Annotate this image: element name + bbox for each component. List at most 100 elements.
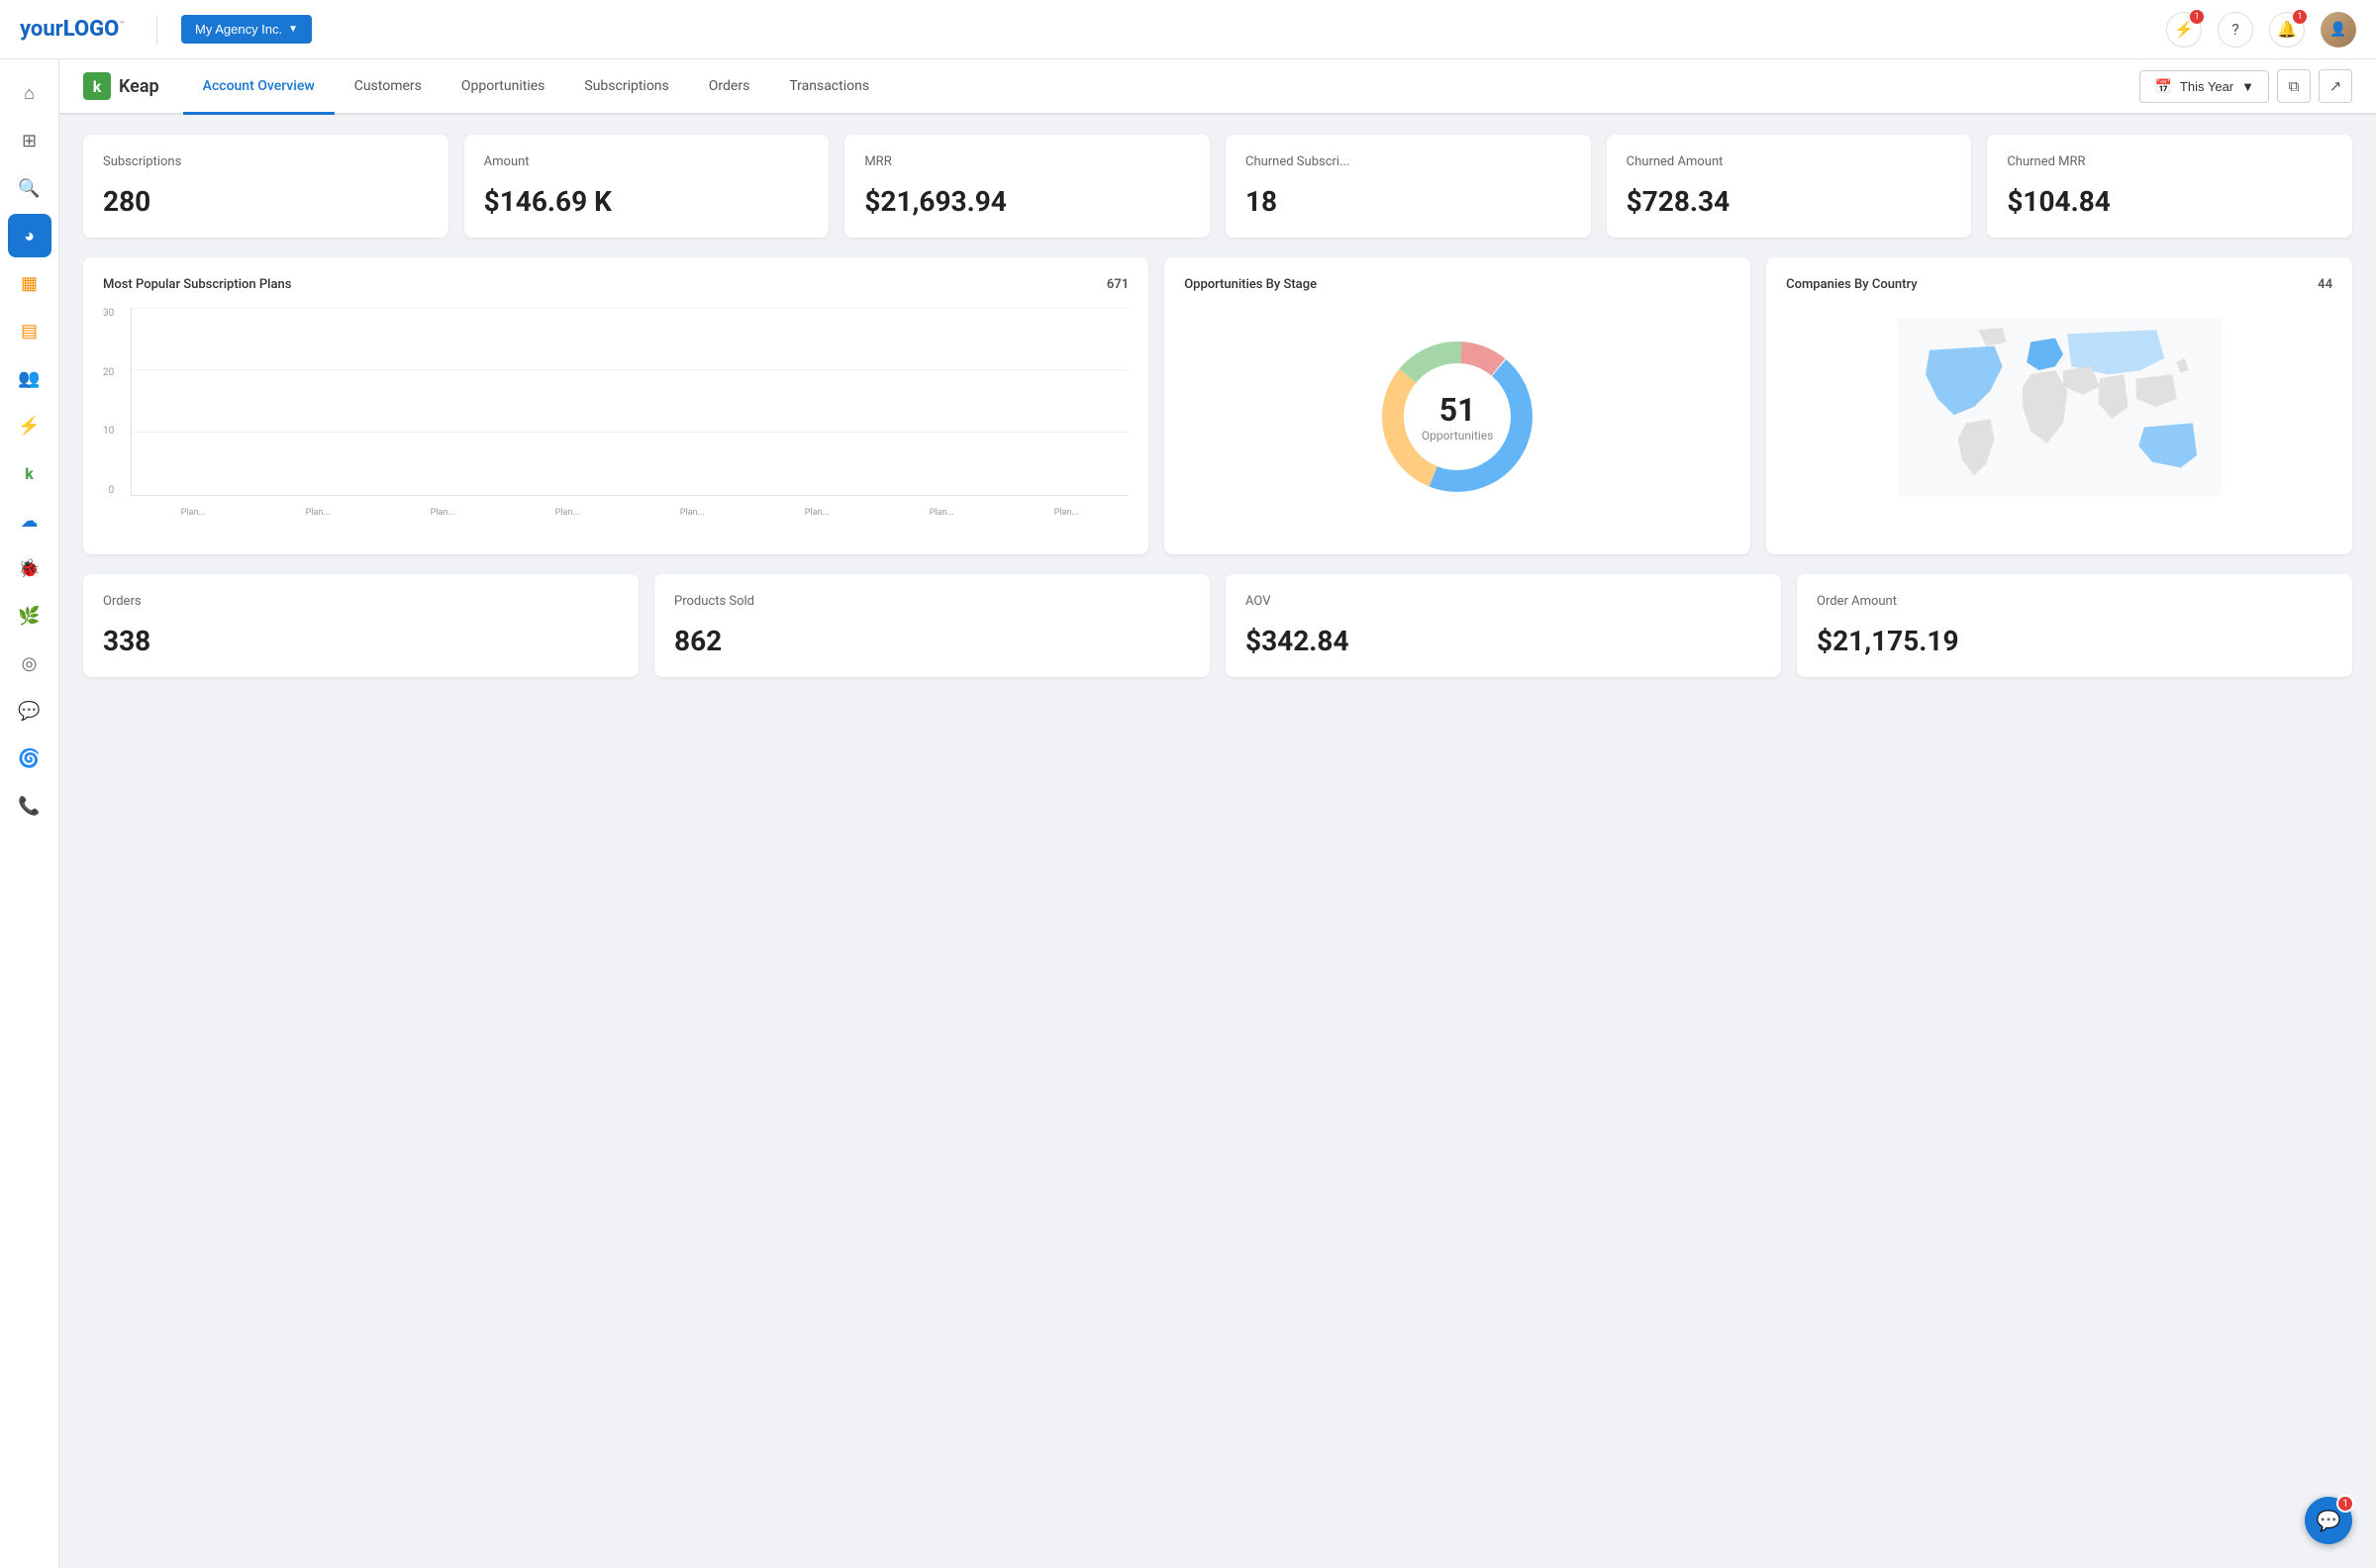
y-axis-labels: 30 20 10 0	[103, 308, 118, 496]
flash-button[interactable]: ⚡ 1	[2166, 12, 2202, 48]
bottom-value-products-sold: 862	[674, 625, 1190, 657]
bolt-icon: ⚡	[18, 416, 40, 437]
sidebar-item-search[interactable]: 🔍	[8, 166, 51, 210]
content-area: k Keap Account Overview Customers Opport…	[59, 59, 2376, 1568]
sidebar-item-people[interactable]: 👥	[8, 356, 51, 400]
x-axis-labels: Plan... Plan... Plan... Plan... Plan... …	[131, 500, 1129, 526]
user-avatar[interactable]: 👤	[2321, 12, 2356, 48]
bar-chart-icon: ▦	[21, 273, 38, 294]
subscription-plans-header: Most Popular Subscription Plans 671	[103, 277, 1129, 292]
pie-icon: ◕	[24, 226, 35, 246]
leaf-icon: 🌿	[18, 606, 40, 627]
flash-badge: 1	[2190, 10, 2204, 24]
sidebar-item-pie[interactable]: ◕	[8, 214, 51, 257]
metric-value-subscriptions: 280	[103, 185, 429, 218]
chat-bubble-button[interactable]: 💬 1	[2305, 1497, 2352, 1544]
topbar: yourLOGO™ My Agency Inc. ▼ ⚡ 1 ? 🔔 1 👤	[0, 0, 2376, 59]
tab-customers[interactable]: Customers	[335, 60, 442, 115]
world-map-container	[1786, 308, 2332, 506]
agency-dropdown[interactable]: My Agency Inc. ▼	[181, 15, 312, 44]
donut-sub: Opportunities	[1422, 429, 1493, 442]
metric-value-churned-mrr: $104.84	[2007, 185, 2332, 218]
metric-label-churned-mrr: Churned MRR	[2007, 154, 2332, 169]
chevron-down-icon: ▼	[288, 24, 298, 35]
metric-card-churned-amount: Churned Amount $728.34	[1607, 135, 1972, 238]
x-label-7: Plan...	[1004, 508, 1129, 518]
bar-chart-area: 30 20 10 0	[103, 308, 1129, 526]
share-icon: ↗	[2329, 77, 2342, 95]
y-label-10: 10	[103, 426, 114, 437]
bar-chart2-icon: ▤	[21, 321, 38, 342]
metric-cards-row: Subscriptions 280 Amount $146.69 K MRR $…	[83, 135, 2352, 238]
share-button[interactable]: ↗	[2319, 69, 2352, 103]
x-label-0: Plan...	[131, 508, 255, 518]
metric-label-churned-amount: Churned Amount	[1627, 154, 1952, 169]
nav-tabs: Account Overview Customers Opportunities…	[183, 60, 2140, 113]
logo-bold: LOGO	[63, 17, 120, 42]
tab-orders[interactable]: Orders	[689, 60, 770, 115]
bottom-card-products-sold: Products Sold 862	[654, 574, 1210, 677]
keap-logo: k	[83, 72, 111, 100]
chat-bubble-badge: 1	[2336, 1495, 2354, 1513]
companies-header: Companies By Country 44	[1786, 277, 2332, 292]
sidebar-item-bolt[interactable]: ⚡	[8, 404, 51, 447]
tab-transactions[interactable]: Transactions	[769, 60, 889, 115]
this-year-button[interactable]: 📅 This Year ▼	[2139, 70, 2269, 103]
bars-container	[132, 308, 1129, 495]
logo: yourLOGO™	[20, 17, 125, 42]
x-label-1: Plan...	[255, 508, 380, 518]
sidebar-item-phone[interactable]: 📞	[8, 784, 51, 828]
metric-value-amount: $146.69 K	[484, 185, 810, 218]
metric-card-churned-sub: Churned Subscri... 18	[1226, 135, 1591, 238]
calendar-icon: 📅	[2154, 78, 2171, 95]
dashboard: Subscriptions 280 Amount $146.69 K MRR $…	[59, 115, 2376, 1568]
help-button[interactable]: ?	[2218, 12, 2253, 48]
metric-label-amount: Amount	[484, 154, 810, 169]
bottom-value-order-amount: $21,175.19	[1817, 625, 2332, 657]
notifications-button[interactable]: 🔔 1	[2269, 12, 2305, 48]
metric-card-churned-mrr: Churned MRR $104.84	[1987, 135, 2352, 238]
sidebar-item-keap[interactable]: k	[8, 451, 51, 495]
tab-subscriptions[interactable]: Subscriptions	[564, 60, 688, 115]
grid-icon: ⊞	[22, 131, 37, 151]
metric-value-mrr: $21,693.94	[864, 185, 1190, 218]
subscription-plans-count: 671	[1107, 277, 1129, 292]
nav-actions: 📅 This Year ▼ ⧉ ↗	[2139, 69, 2352, 103]
bottom-cards: Orders 338 Products Sold 862 AOV $342.84…	[83, 574, 2352, 677]
search-icon: 🔍	[18, 178, 40, 199]
subscription-plans-chart: Most Popular Subscription Plans 671 30 2…	[83, 257, 1148, 554]
metric-card-subscriptions: Subscriptions 280	[83, 135, 448, 238]
bottom-label-orders: Orders	[103, 594, 619, 609]
sidebar-item-grid[interactable]: ⊞	[8, 119, 51, 162]
chevron-down-icon: ▼	[2241, 79, 2254, 94]
charts-row: Most Popular Subscription Plans 671 30 2…	[83, 257, 2352, 554]
filter-button[interactable]: ⧉	[2277, 69, 2311, 103]
sidebar-item-bar[interactable]: ▦	[8, 261, 51, 305]
opportunities-chart: Opportunities By Stage	[1164, 257, 1750, 554]
companies-title: Companies By Country	[1786, 277, 1917, 292]
help-icon: ?	[2231, 20, 2239, 39]
bottom-card-orders: Orders 338	[83, 574, 639, 677]
main-layout: ⌂ ⊞ 🔍 ◕ ▦ ▤ 👥 ⚡ k ☁ 🐞 🌿 ◎ 💬 🌀 📞 k Keap A…	[0, 59, 2376, 1568]
avatar-image: 👤	[2321, 12, 2356, 48]
sidebar-item-cloud[interactable]: ☁	[8, 499, 51, 542]
keap-icon: k	[25, 464, 34, 483]
filter-icon: ⧉	[2289, 77, 2300, 95]
bottom-label-products-sold: Products Sold	[674, 594, 1190, 609]
sidebar-item-leaf[interactable]: 🌿	[8, 594, 51, 637]
sidebar-item-bar2[interactable]: ▤	[8, 309, 51, 352]
bell-icon: 🔔	[2277, 20, 2297, 39]
metric-label-churned-sub: Churned Subscri...	[1245, 154, 1571, 169]
bottom-value-orders: 338	[103, 625, 619, 657]
tab-account-overview[interactable]: Account Overview	[183, 60, 335, 115]
sidebar-item-home[interactable]: ⌂	[8, 71, 51, 115]
sidebar-item-target[interactable]: ◎	[8, 641, 51, 685]
metric-value-churned-sub: 18	[1245, 185, 1571, 218]
sidebar-item-chat[interactable]: 💬	[8, 689, 51, 733]
sidebar-item-settings[interactable]: 🐞	[8, 546, 51, 590]
bottom-label-aov: AOV	[1245, 594, 1761, 609]
donut-number: 51	[1422, 391, 1493, 429]
y-label-20: 20	[103, 367, 114, 378]
tab-opportunities[interactable]: Opportunities	[442, 60, 565, 115]
sidebar-item-spiral[interactable]: 🌀	[8, 736, 51, 780]
